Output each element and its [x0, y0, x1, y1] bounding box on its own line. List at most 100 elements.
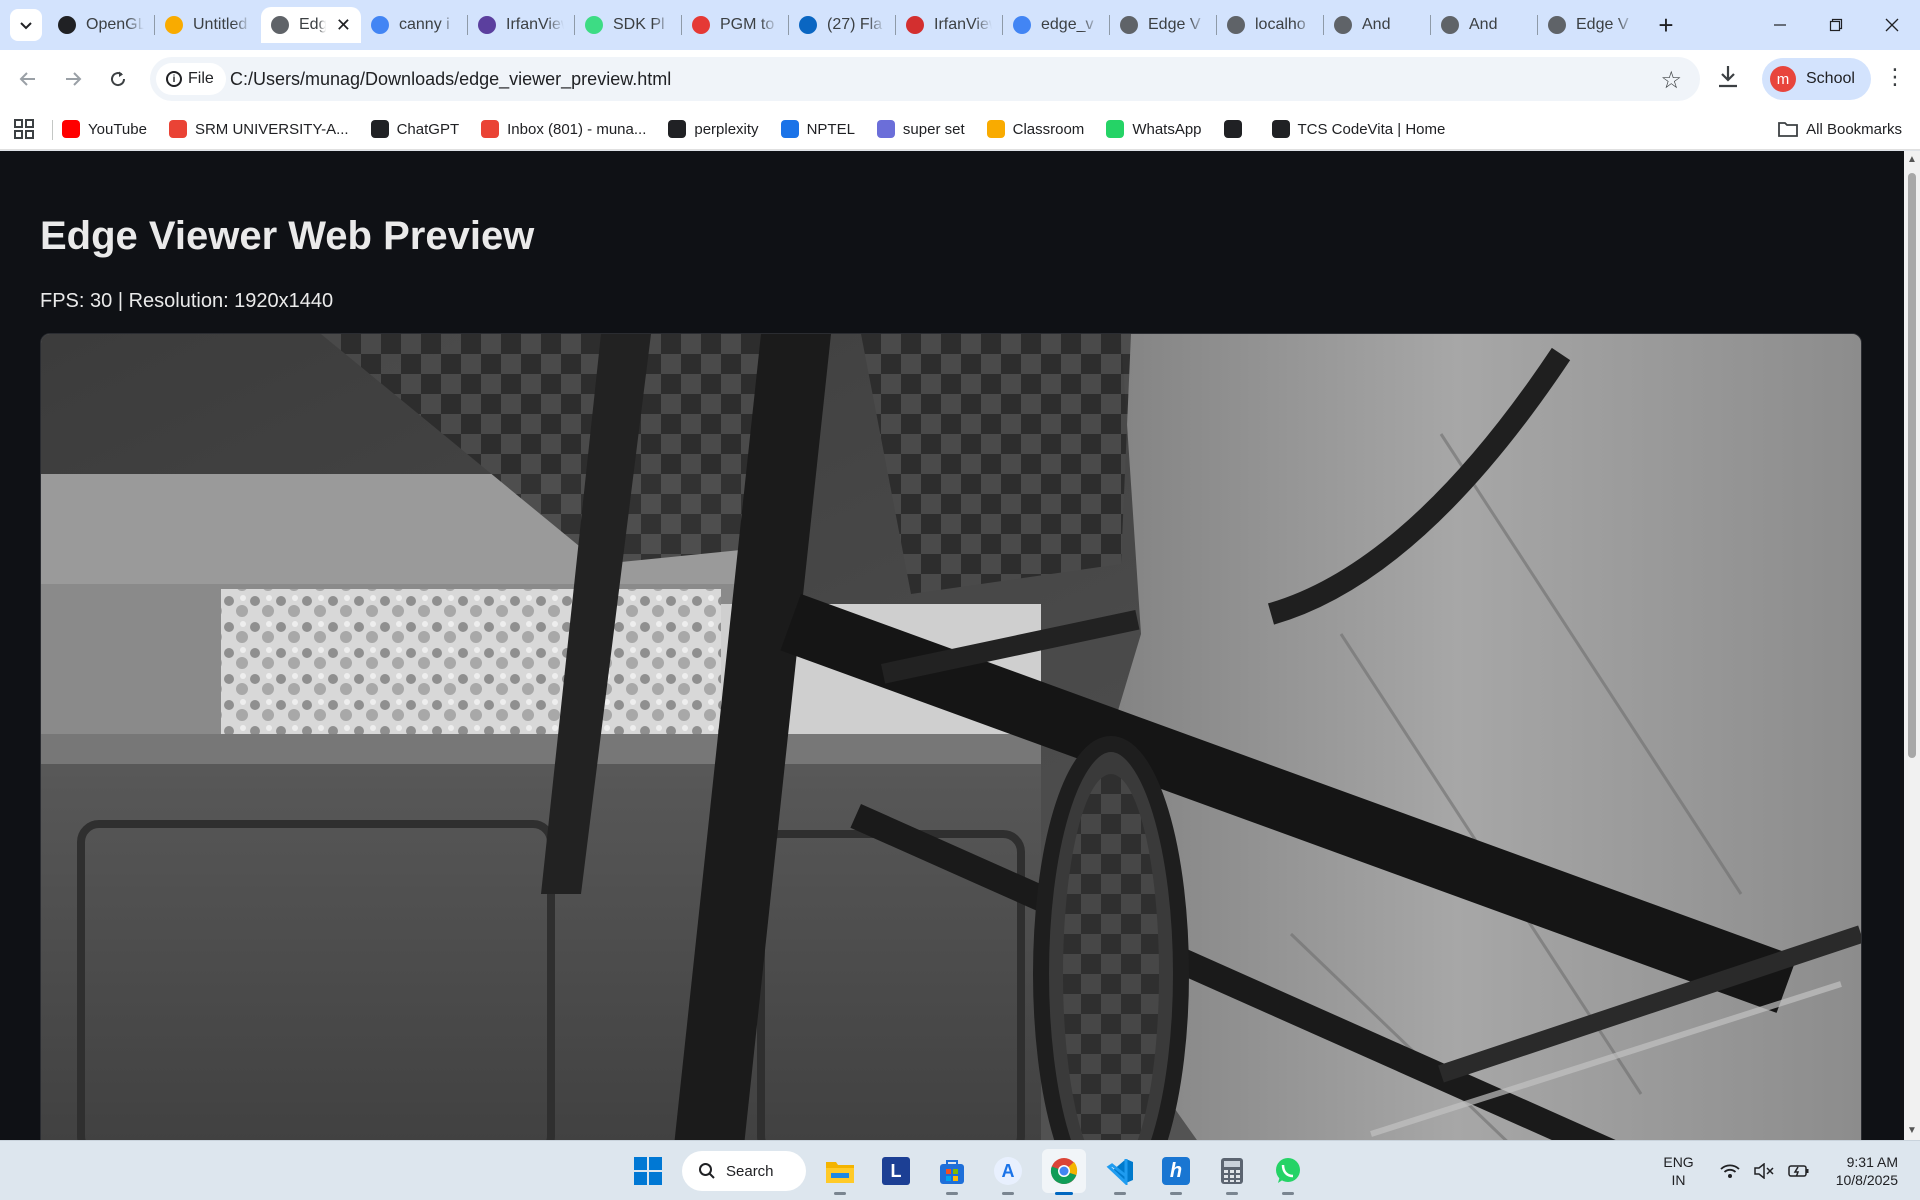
minimize-button[interactable] [1752, 0, 1808, 50]
youtube-icon [62, 120, 80, 138]
bookmark-10[interactable]: TCS CodeVita | Home [1271, 120, 1446, 138]
close-window-button[interactable] [1864, 0, 1920, 50]
classroom-icon [986, 120, 1005, 138]
file-explorer-button[interactable] [818, 1149, 862, 1195]
back-button[interactable] [10, 61, 46, 97]
page-scrollbar[interactable]: ▲ ▼ [1904, 151, 1920, 1140]
site-info-chip[interactable]: i File [156, 63, 226, 95]
more-menu-icon[interactable]: ⋮ [1884, 64, 1906, 90]
openai-icon [370, 120, 389, 138]
bookmark-6[interactable]: super set [876, 120, 965, 138]
running-indicator [1170, 1192, 1182, 1195]
bookmark-9[interactable] [1223, 120, 1250, 138]
tray-icons[interactable] [1720, 1163, 1810, 1179]
download-icon[interactable] [1716, 64, 1740, 95]
forward-button[interactable] [55, 61, 91, 97]
bookmark-3[interactable]: Inbox (801) - muna... [481, 120, 646, 138]
bookmark-label: WhatsApp [1132, 120, 1202, 138]
profile-button[interactable]: m School [1762, 58, 1871, 100]
tab-7[interactable]: (27) Fla [789, 7, 895, 43]
apps-grid-icon[interactable] [14, 119, 34, 144]
vscode-button[interactable] [1098, 1149, 1142, 1195]
tab-title: SDK Pl [613, 16, 665, 33]
close-tab-icon[interactable]: ✕ [336, 15, 351, 36]
region-code: IN [1671, 1172, 1686, 1188]
tab-11[interactable]: localho [1217, 7, 1323, 43]
tab-4[interactable]: IrfanView [468, 7, 574, 43]
search-icon [699, 1163, 715, 1179]
taskbar-search[interactable]: Search [682, 1151, 806, 1191]
store-button[interactable] [930, 1149, 974, 1195]
language-indicator[interactable]: ENG IN [1663, 1153, 1693, 1189]
fps-resolution-status: FPS: 30 | Resolution: 1920x1440 [40, 290, 334, 312]
bookmark-label: SRM UNIVERSITY-A... [194, 120, 349, 138]
bookmark-label: perplexity [694, 120, 759, 138]
tab-8[interactable]: IrfanView [896, 7, 1002, 43]
bookmark-label: TCS CodeVita | Home [1297, 120, 1446, 138]
tab-title: Untitled [193, 16, 248, 33]
colab-icon [165, 16, 183, 34]
nptel-icon [780, 120, 799, 138]
folder-icon [1778, 122, 1799, 137]
calculator-icon [1221, 1158, 1243, 1184]
clock-time: 9:31 AM [1846, 1154, 1898, 1170]
chrome-button[interactable] [1042, 1149, 1086, 1195]
bookmark-5[interactable]: NPTEL [780, 120, 855, 138]
system-tray: ENG IN 9:31 AM 10/8/2025 [1663, 1141, 1920, 1200]
all-bookmarks-button[interactable]: All Bookmarks [1778, 108, 1902, 150]
superset-icon [876, 120, 895, 138]
bookmark-2[interactable]: ChatGPT [370, 120, 459, 138]
app-a-button[interactable]: A [986, 1149, 1030, 1195]
gmail-icon [481, 120, 500, 138]
new-tab-button[interactable]: + [1652, 10, 1680, 40]
tab-3[interactable]: canny i [361, 7, 467, 43]
speaker-muted-icon [1753, 1163, 1774, 1179]
l-app-button[interactable]: L [874, 1149, 918, 1193]
scroll-down-arrow-icon[interactable]: ▼ [1907, 1126, 1917, 1136]
start-button[interactable] [626, 1149, 670, 1193]
bookmark-0[interactable]: YouTube [62, 120, 147, 138]
restore-icon [1829, 18, 1843, 32]
clock[interactable]: 9:31 AM 10/8/2025 [1836, 1153, 1898, 1189]
arrow-right-icon [66, 72, 82, 86]
tab-title: edge_v [1041, 16, 1094, 33]
page-title: Edge Viewer Web Preview [40, 214, 535, 258]
bookmark-star-icon[interactable]: ☆ [1660, 66, 1682, 95]
bookmarks-bar: YouTube SRM UNIVERSITY-A... ChatGPT Inbox (… [0, 108, 1920, 150]
running-indicator [1226, 1192, 1238, 1195]
h-app-button[interactable]: h [1154, 1149, 1198, 1195]
reload-button[interactable] [100, 61, 136, 97]
tab-5[interactable]: SDK Pl [575, 7, 681, 43]
tab-13[interactable]: And [1431, 7, 1537, 43]
tab-title: And [1362, 16, 1391, 33]
bookmark-label: super set [902, 120, 965, 138]
running-indicator [1114, 1192, 1126, 1195]
whatsapp-button[interactable] [1266, 1149, 1310, 1195]
tab-6[interactable]: PGM to [682, 7, 788, 43]
bookmark-4[interactable]: perplexity [668, 120, 759, 138]
tab-2[interactable]: Edge ✕ [261, 7, 361, 43]
address-bar[interactable]: i File C:/Users/munag/Downloads/edge_vie… [150, 57, 1700, 101]
bookmark-list: YouTube SRM UNIVERSITY-A... ChatGPT Inbox (… [62, 108, 1445, 150]
irfanview-red-icon [906, 16, 924, 34]
tab-0[interactable]: OpenGL [48, 7, 154, 43]
bookmark-1[interactable]: SRM UNIVERSITY-A... [168, 120, 349, 138]
tab-title: Edge V [1576, 16, 1629, 33]
url-text[interactable]: C:/Users/munag/Downloads/edge_viewer_pre… [230, 69, 671, 90]
tab-search-button[interactable] [10, 9, 42, 41]
globe-icon [1334, 16, 1352, 34]
scrollbar-thumb[interactable] [1908, 173, 1916, 758]
window-controls [1752, 0, 1920, 50]
bookmark-7[interactable]: Classroom [986, 120, 1084, 138]
tab-10[interactable]: Edge V [1110, 7, 1216, 43]
bookmark-8[interactable]: WhatsApp [1106, 120, 1202, 138]
tab-title: IrfanView [506, 16, 564, 33]
tab-12[interactable]: And [1324, 7, 1430, 43]
tab-9[interactable]: edge_v [1003, 7, 1109, 43]
tab-1[interactable]: Untitled [155, 7, 261, 43]
calculator-button[interactable] [1210, 1149, 1254, 1195]
scroll-up-arrow-icon[interactable]: ▲ [1907, 155, 1917, 165]
restore-button[interactable] [1808, 0, 1864, 50]
browser-toolbar: i File C:/Users/munag/Downloads/edge_vie… [0, 50, 1920, 108]
tab-14[interactable]: Edge V [1538, 7, 1644, 43]
